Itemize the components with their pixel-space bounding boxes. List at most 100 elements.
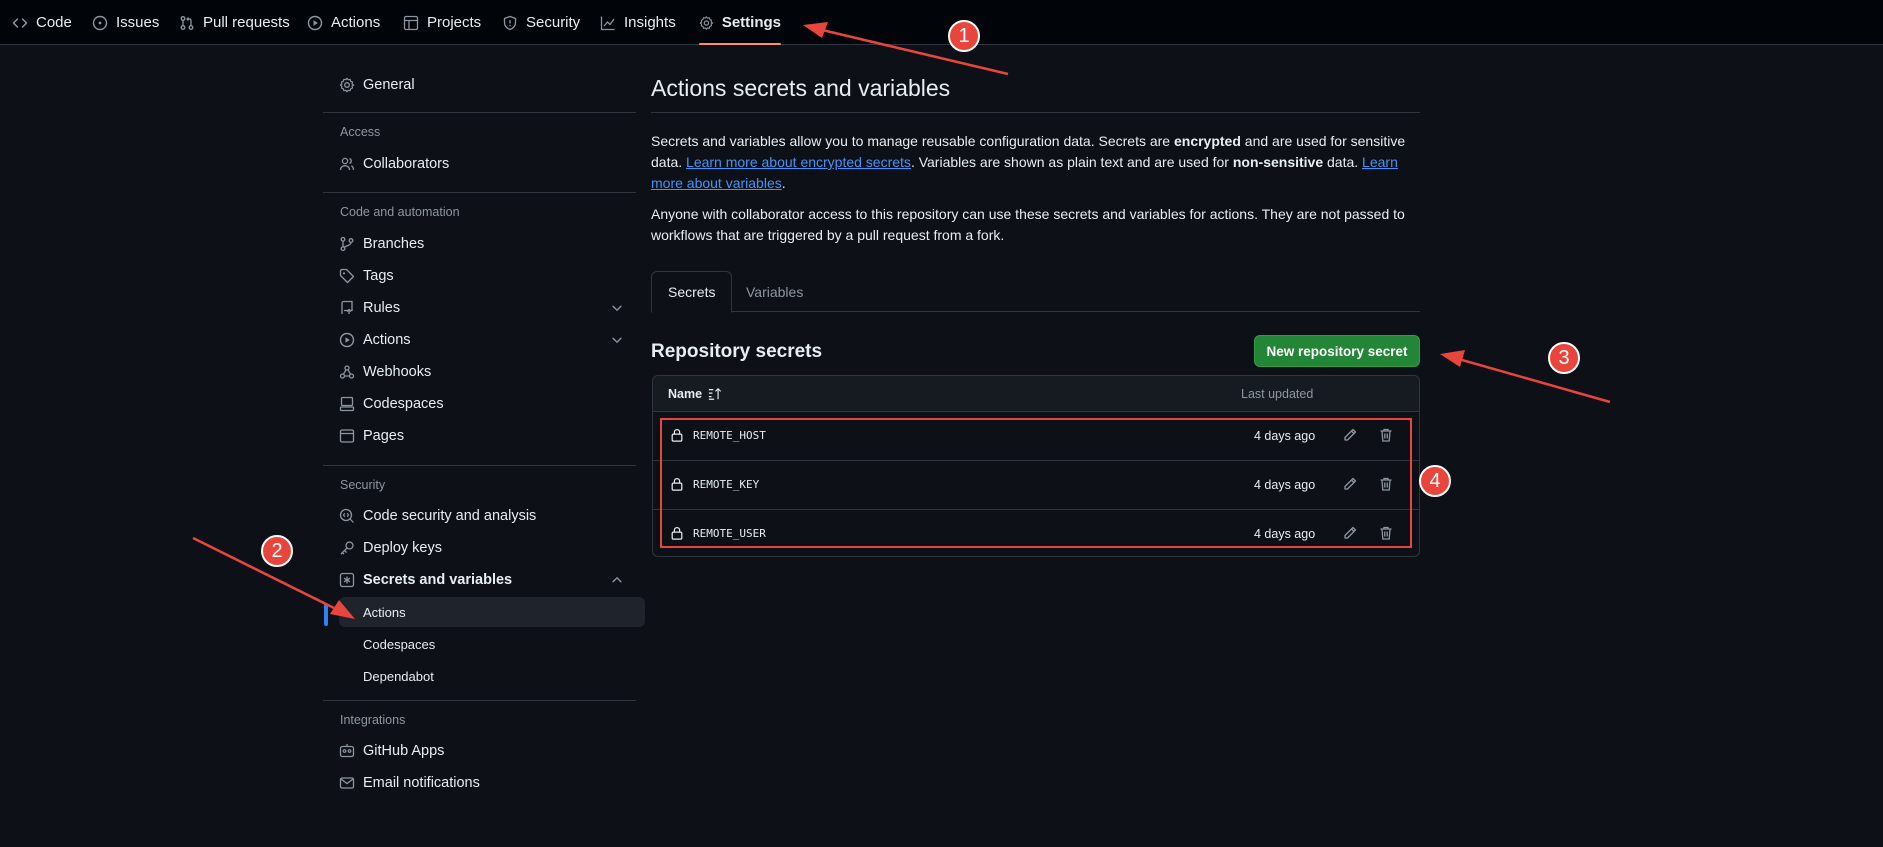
secret-updated: 4 days ago xyxy=(1254,478,1316,492)
trash-icon[interactable] xyxy=(1378,525,1394,541)
sidebar-item-label: Collaborators xyxy=(363,156,450,172)
column-name[interactable]: Name xyxy=(668,387,722,401)
secret-name: REMOTE_HOST xyxy=(693,429,766,442)
table-icon xyxy=(403,15,419,30)
sidebar-item-webhooks[interactable]: Webhooks xyxy=(339,357,634,387)
pencil-icon[interactable] xyxy=(1342,427,1358,443)
tab-secrets[interactable]: Secrets xyxy=(651,271,733,313)
title-divider xyxy=(651,112,1420,113)
sidebar-item-deploy-keys[interactable]: Deploy keys xyxy=(339,533,634,563)
nav-tab-label: Security xyxy=(526,14,581,31)
intro-text: Secrets and variables allow you to manag… xyxy=(651,133,1174,149)
nav-tab-projects[interactable]: Projects xyxy=(403,0,481,45)
sidebar-item-label: GitHub Apps xyxy=(363,743,445,759)
sidebar-heading-access: Access xyxy=(340,125,381,139)
code-icon xyxy=(12,17,28,28)
lock-icon xyxy=(671,478,683,491)
codescan-icon xyxy=(339,508,354,523)
chevron-up-icon[interactable] xyxy=(610,573,624,587)
sidebar-item-label: Secrets and variables xyxy=(363,572,513,588)
nav-tab-label: Projects xyxy=(427,14,482,31)
secret-name: REMOTE_KEY xyxy=(693,478,760,491)
nav-tab-code[interactable]: Code xyxy=(12,0,72,45)
sidebar-item-label: Deploy keys xyxy=(363,540,442,556)
sidebar-item-collaborators[interactable]: Collaborators xyxy=(339,149,634,179)
sidebar-item-tags[interactable]: Tags xyxy=(339,261,634,291)
sidebar-subitem-actions[interactable]: Actions xyxy=(339,597,645,627)
nav-tab-insights[interactable]: Insights xyxy=(600,0,676,45)
table-row: REMOTE_USER 4 days ago xyxy=(653,510,1419,556)
sort-ascending-icon[interactable] xyxy=(708,387,722,401)
sidebar-item-rules[interactable]: Rules xyxy=(339,293,634,323)
apps-icon xyxy=(339,744,355,758)
issue-icon xyxy=(92,15,108,30)
play-icon xyxy=(339,332,355,348)
sidebar-divider xyxy=(323,465,636,466)
webhook-icon xyxy=(339,365,355,379)
tab-variables[interactable]: Variables xyxy=(730,271,819,312)
column-last-updated: Last updated xyxy=(1241,387,1314,401)
sidebar-item-label: Email notifications xyxy=(363,775,480,791)
nav-tab-label: Settings xyxy=(721,14,781,31)
tag-icon xyxy=(339,268,355,284)
pencil-icon[interactable] xyxy=(1342,525,1358,541)
sidebar-item-branches[interactable]: Branches xyxy=(339,229,634,259)
selected-indicator xyxy=(324,604,328,626)
sidebar-item-label: General xyxy=(363,77,415,93)
nav-tab-actions[interactable]: Actions xyxy=(307,0,380,45)
sidebar-item-github-apps[interactable]: GitHub Apps xyxy=(339,736,634,766)
sidebar-item-email-notifications[interactable]: Email notifications xyxy=(339,768,634,798)
secret-updated: 4 days ago xyxy=(1254,429,1316,443)
sidebar-item-label: Pages xyxy=(363,428,405,444)
pencil-icon[interactable] xyxy=(1342,476,1358,492)
repo-push-icon xyxy=(341,300,353,314)
intro-text: data. xyxy=(1323,154,1363,170)
page-title: Actions secrets and variables xyxy=(651,75,951,101)
key-icon xyxy=(340,541,354,555)
lock-icon xyxy=(671,429,683,442)
sidebar-item-actions[interactable]: Actions xyxy=(339,325,634,355)
nav-tab-issues[interactable]: Issues xyxy=(92,0,159,45)
play-icon xyxy=(307,15,323,30)
nav-tab-label: Issues xyxy=(116,14,160,31)
sidebar-divider xyxy=(323,700,636,701)
nav-tab-security[interactable]: Security xyxy=(502,0,580,45)
sidebar-subitem-dependabot[interactable]: Dependabot xyxy=(339,661,645,691)
trash-icon[interactable] xyxy=(1378,427,1394,443)
secret-updated: 4 days ago xyxy=(1254,527,1316,541)
secret-name: REMOTE_USER xyxy=(693,527,766,540)
sidebar-item-label: Code security and analysis xyxy=(363,508,537,524)
link-encrypted-secrets[interactable]: Learn more about encrypted secrets xyxy=(686,154,911,170)
branch-icon xyxy=(340,236,354,252)
annotation-badge-4: 4 xyxy=(1419,465,1451,497)
new-repository-secret-button[interactable]: New repository secret xyxy=(1254,335,1420,367)
chevron-down-icon[interactable] xyxy=(610,301,624,315)
sidebar-item-code-security[interactable]: Code security and analysis xyxy=(339,501,634,531)
intro-bold-non-sensitive: non-sensitive xyxy=(1232,154,1324,170)
secrets-variables-tabs: Secrets Variables xyxy=(651,271,1420,313)
annotation-badge-3: 3 xyxy=(1548,342,1580,374)
sidebar-item-codespaces[interactable]: Codespaces xyxy=(339,389,634,419)
sidebar-item-label: Actions xyxy=(363,332,411,348)
trash-icon[interactable] xyxy=(1378,476,1394,492)
chevron-down-icon[interactable] xyxy=(610,333,624,347)
annotation-badge-2: 2 xyxy=(261,535,293,567)
gear-icon xyxy=(699,15,714,30)
people-icon xyxy=(339,157,355,171)
nav-tab-label: Code xyxy=(36,14,72,31)
sidebar-subitem-codespaces[interactable]: Codespaces xyxy=(339,629,645,659)
table-row: REMOTE_HOST 4 days ago xyxy=(653,412,1419,461)
sidebar-item-pages[interactable]: Pages xyxy=(339,421,634,451)
gear-icon xyxy=(339,77,355,93)
sidebar-item-general[interactable]: General xyxy=(339,70,634,100)
sidebar-item-secrets-variables[interactable]: Secrets and variables xyxy=(339,565,634,595)
lock-icon xyxy=(671,527,683,540)
pull-request-icon xyxy=(180,15,194,30)
column-name-label: Name xyxy=(668,387,703,401)
browser-icon xyxy=(339,429,355,443)
nav-tab-settings[interactable]: Settings xyxy=(699,0,781,45)
sidebar-item-label: Webhooks xyxy=(363,364,432,380)
sidebar-heading-integrations: Integrations xyxy=(340,713,406,727)
nav-tab-pull-requests[interactable]: Pull requests xyxy=(179,0,290,45)
intro-bold-encrypted: encrypted xyxy=(1173,133,1241,149)
